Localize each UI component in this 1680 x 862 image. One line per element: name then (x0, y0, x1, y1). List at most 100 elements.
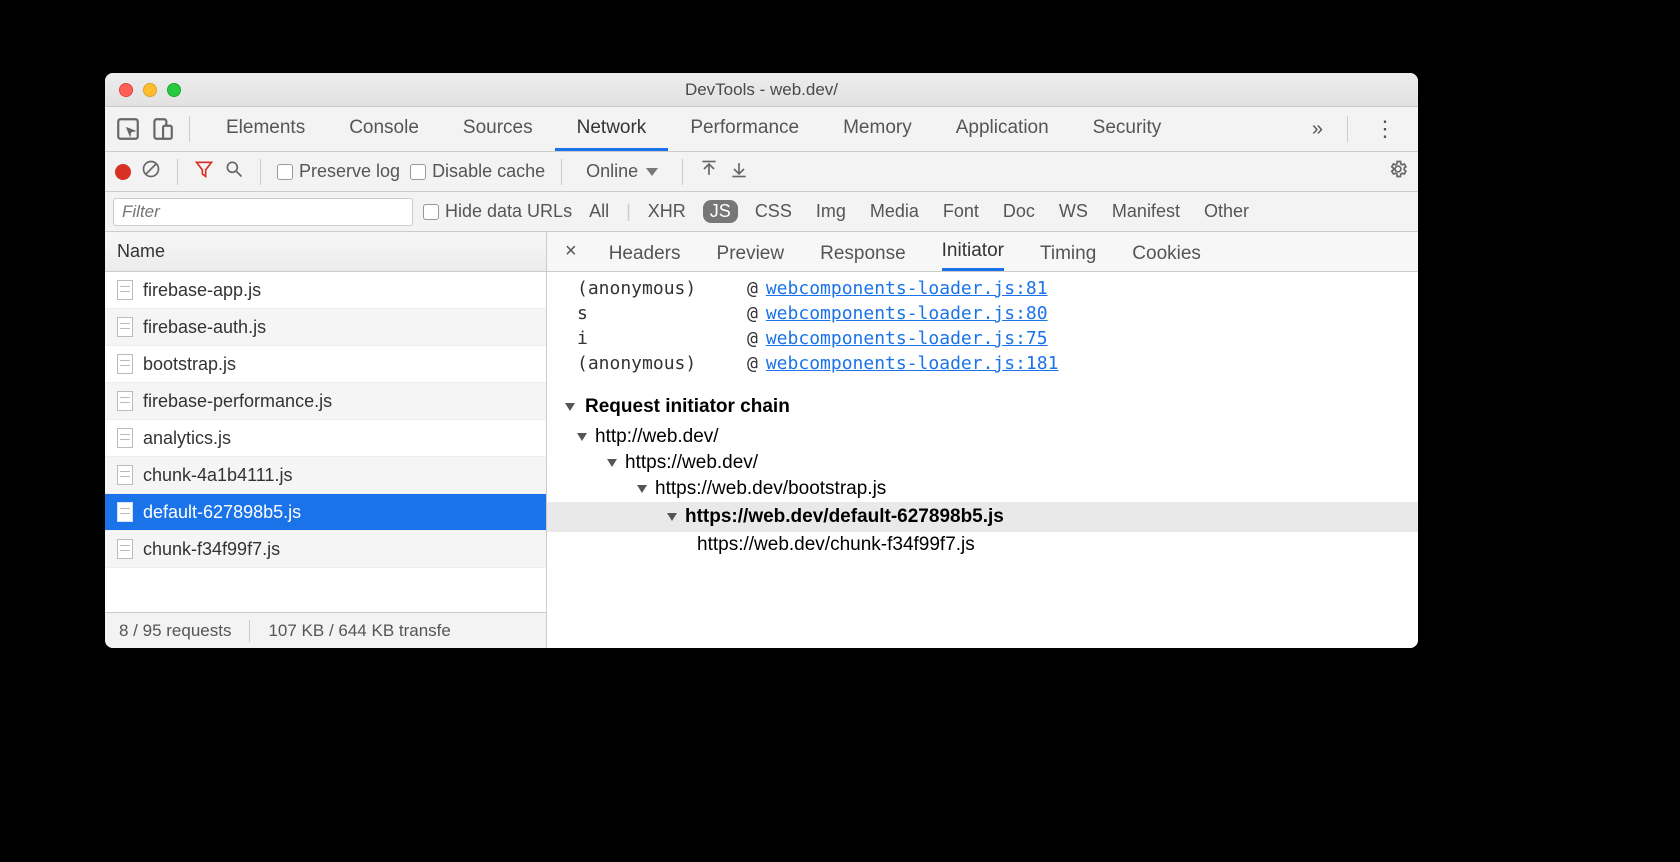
tab-performance[interactable]: Performance (668, 107, 821, 151)
tab-security[interactable]: Security (1071, 107, 1184, 151)
request-row[interactable]: chunk-4a1b4111.js (105, 457, 546, 494)
filter-type-css[interactable]: CSS (748, 200, 799, 223)
chain-node[interactable]: https://web.dev/bootstrap.js (547, 476, 1418, 502)
request-name: firebase-performance.js (143, 391, 332, 412)
more-options-icon[interactable]: ⋮ (1362, 116, 1408, 142)
chain-url: https://web.dev/bootstrap.js (655, 478, 886, 500)
device-toolbar-icon[interactable] (149, 116, 175, 142)
at-symbol: @ (747, 328, 758, 349)
record-button[interactable] (115, 164, 131, 180)
close-window-button[interactable] (119, 83, 133, 97)
chain-url: https://web.dev/chunk-f34f99f7.js (697, 534, 975, 556)
more-tabs-icon[interactable]: » (1302, 118, 1333, 141)
stack-function: i (577, 328, 747, 349)
request-name: firebase-auth.js (143, 317, 266, 338)
chain-node[interactable]: http://web.dev/ (547, 424, 1418, 450)
upload-har-icon[interactable] (699, 159, 719, 184)
filter-type-xhr[interactable]: XHR (641, 200, 693, 223)
filter-type-font[interactable]: Font (936, 200, 986, 223)
request-row[interactable]: firebase-app.js (105, 272, 546, 309)
throttling-dropdown[interactable]: Online (578, 161, 666, 182)
status-requests: 8 / 95 requests (119, 621, 231, 641)
hide-data-urls-label: Hide data URLs (445, 201, 572, 221)
detail-tab-preview[interactable]: Preview (717, 243, 785, 271)
detail-tab-cookies[interactable]: Cookies (1132, 243, 1201, 271)
filter-type-ws[interactable]: WS (1052, 200, 1095, 223)
stack-function: (anonymous) (577, 278, 747, 299)
stack-frame: s@webcomponents-loader.js:80 (547, 301, 1418, 326)
chain-node[interactable]: https://web.dev/ (547, 450, 1418, 476)
stack-source-link[interactable]: webcomponents-loader.js:80 (766, 303, 1048, 324)
close-detail-button[interactable]: × (565, 240, 577, 263)
call-stack: (anonymous) @ webcomponents-loader.js:81s@… (547, 272, 1418, 386)
filter-type-img[interactable]: Img (809, 200, 853, 223)
filter-type-other[interactable]: Other (1197, 200, 1256, 223)
file-icon (117, 354, 133, 374)
filter-toggle-icon[interactable] (194, 159, 214, 184)
request-row[interactable]: firebase-auth.js (105, 309, 546, 346)
preserve-log-checkbox[interactable]: Preserve log (277, 161, 400, 182)
chain-url: https://web.dev/ (625, 452, 758, 474)
file-icon (117, 502, 133, 522)
detail-tab-initiator[interactable]: Initiator (942, 240, 1004, 271)
chevron-down-icon (646, 168, 658, 176)
filter-type-media[interactable]: Media (863, 200, 926, 223)
detail-tabs: × Headers Preview Response Initiator Timing C… (547, 232, 1418, 272)
stack-source-link[interactable]: webcomponents-loader.js:181 (766, 353, 1059, 374)
request-row[interactable]: analytics.js (105, 420, 546, 457)
hide-data-urls-checkbox[interactable]: Hide data URLs (423, 201, 572, 222)
tab-elements[interactable]: Elements (204, 107, 327, 151)
network-toolbar: Preserve log Disable cache Online (105, 152, 1418, 192)
request-row[interactable]: chunk-f34f99f7.js (105, 531, 546, 568)
file-icon (117, 317, 133, 337)
filter-input[interactable] (113, 198, 413, 226)
minimize-window-button[interactable] (143, 83, 157, 97)
tab-memory[interactable]: Memory (821, 107, 934, 151)
tab-network[interactable]: Network (555, 107, 669, 151)
request-detail-panel: × Headers Preview Response Initiator Timing C… (547, 232, 1418, 648)
request-row[interactable]: firebase-performance.js (105, 383, 546, 420)
tab-console[interactable]: Console (327, 107, 441, 151)
separator (1347, 116, 1348, 142)
separator (561, 159, 562, 185)
tab-sources[interactable]: Sources (441, 107, 555, 151)
detail-tab-response[interactable]: Response (820, 243, 906, 271)
stack-source-link[interactable]: webcomponents-loader.js:75 (766, 328, 1048, 349)
status-transfer: 107 KB / 644 KB transfe (268, 621, 450, 641)
initiator-chain-label: Request initiator chain (585, 396, 790, 418)
request-list-panel: Name firebase-app.js firebase-auth.js boot… (105, 232, 547, 648)
disclosure-triangle-icon (565, 403, 575, 411)
filter-type-js[interactable]: JS (703, 200, 738, 223)
tab-application[interactable]: Application (934, 107, 1071, 151)
network-settings-icon[interactable] (1388, 159, 1408, 184)
disclosure-triangle-icon (577, 433, 587, 441)
devtools-window: DevTools - web.dev/ ElementsConsoleSourc… (105, 73, 1418, 648)
disclosure-triangle-icon (637, 485, 647, 493)
filter-type-all[interactable]: All (582, 200, 616, 223)
disable-cache-checkbox[interactable]: Disable cache (410, 161, 545, 182)
request-row[interactable]: bootstrap.js (105, 346, 546, 383)
download-har-icon[interactable] (729, 159, 749, 184)
request-list-header[interactable]: Name (105, 232, 546, 272)
zoom-window-button[interactable] (167, 83, 181, 97)
detail-tab-headers[interactable]: Headers (609, 243, 681, 271)
clear-button[interactable] (141, 159, 161, 184)
search-icon[interactable] (224, 159, 244, 184)
file-icon (117, 428, 133, 448)
filter-type-doc[interactable]: Doc (996, 200, 1042, 223)
main-tabs: ElementsConsoleSourcesNetworkPerformance… (105, 107, 1418, 152)
chain-node[interactable]: https://web.dev/default-627898b5.js (547, 502, 1418, 532)
inspect-element-icon[interactable] (115, 116, 141, 142)
request-name: analytics.js (143, 428, 231, 449)
file-icon (117, 280, 133, 300)
stack-source-link[interactable]: webcomponents-loader.js:81 (766, 278, 1048, 299)
at-symbol: @ (747, 353, 758, 374)
window-title: DevTools - web.dev/ (105, 80, 1418, 100)
filter-type-manifest[interactable]: Manifest (1105, 200, 1187, 223)
initiator-chain-heading[interactable]: Request initiator chain (547, 386, 1418, 422)
chain-node[interactable]: https://web.dev/chunk-f34f99f7.js (547, 532, 1418, 558)
chain-url: http://web.dev/ (595, 426, 719, 448)
request-row[interactable]: default-627898b5.js (105, 494, 546, 531)
request-name: bootstrap.js (143, 354, 236, 375)
detail-tab-timing[interactable]: Timing (1040, 243, 1096, 271)
